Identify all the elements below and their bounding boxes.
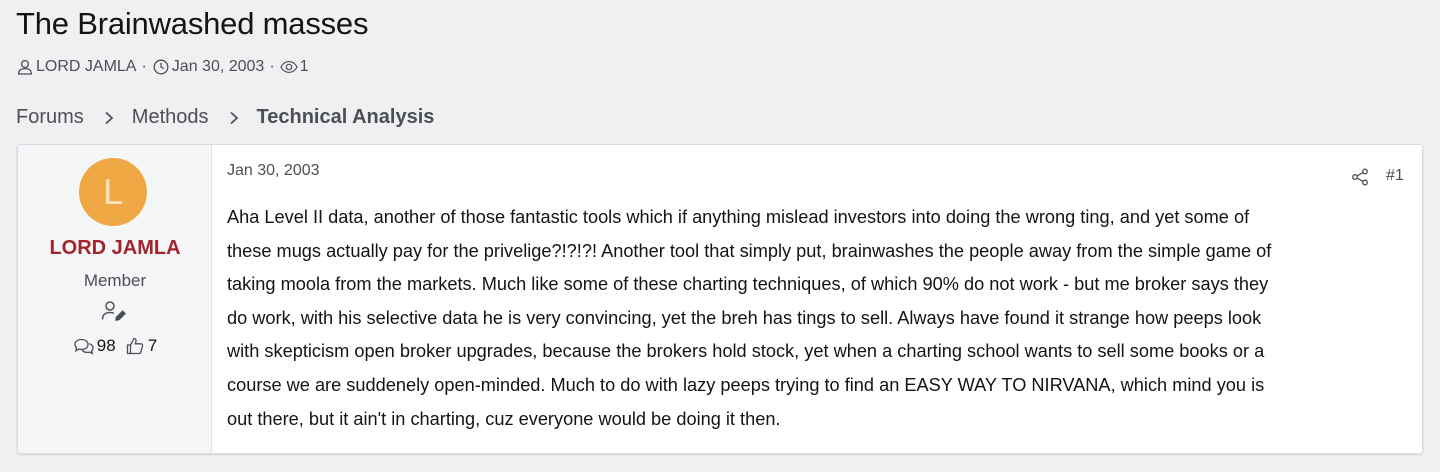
breadcrumb-methods[interactable]: Methods [132,106,209,129]
post-body-line: out there, but it ain't in charting, cuz… [227,408,781,429]
comments-icon [73,336,95,356]
post-username[interactable]: LORD JAMLA [18,237,212,260]
post-date[interactable]: Jan 30, 2003 [227,162,320,180]
post-body-line: Aha Level II data, another of those fant… [227,207,1250,227]
breadcrumb-forums[interactable]: Forums [16,106,84,129]
views-count: 1 [299,58,309,75]
thread-date-link[interactable]: Jan 30, 2003 [172,58,265,76]
post-number[interactable]: #1 [1386,167,1404,185]
user-stats: 98 7 [18,336,212,356]
post-message: L LORD JAMLA Member 98 7 Jan 30, 2003 #1… [17,144,1423,454]
breadcrumb: Forums Methods Technical Analysis [16,106,434,129]
breadcrumb-technical-analysis[interactable]: Technical Analysis [257,106,435,129]
post-body-line: course we are suddenely open-minded. Muc… [227,374,1265,395]
post-user-cell: L LORD JAMLA Member 98 7 [18,145,212,453]
post-body-line: taking moola from the markets. Much like… [227,274,1269,295]
share-icon[interactable] [1350,167,1370,187]
post-body: Aha Level II data, another of those fant… [227,201,1407,436]
post-body-line: do work, with his selective data he is v… [227,307,1262,328]
user-arrow [212,173,222,193]
avatar[interactable]: L [79,158,147,226]
meta-separator: · [141,58,147,75]
user-icon [16,58,34,76]
eye-icon [279,58,298,76]
thread-meta: LORD JAMLA · Jan 30, 2003 · 1 [16,58,309,76]
thread-author-link[interactable]: LORD JAMLA [36,58,136,76]
meta-separator: · [269,58,275,75]
clock-icon [152,58,170,76]
user-title: Member [83,271,147,290]
post-body-line: with skepticism open broker upgrades, be… [227,341,1265,362]
chevron-right-icon [102,111,116,125]
user-edit-icon [99,299,129,323]
reaction-count: 7 [147,336,158,355]
thumbs-up-icon [124,336,146,356]
message-count: 98 [96,336,116,355]
chevron-right-icon [227,111,241,125]
post-body-line: these mugs actually pay for the privelig… [227,240,1272,261]
page-title: The Brainwashed masses [16,6,369,41]
